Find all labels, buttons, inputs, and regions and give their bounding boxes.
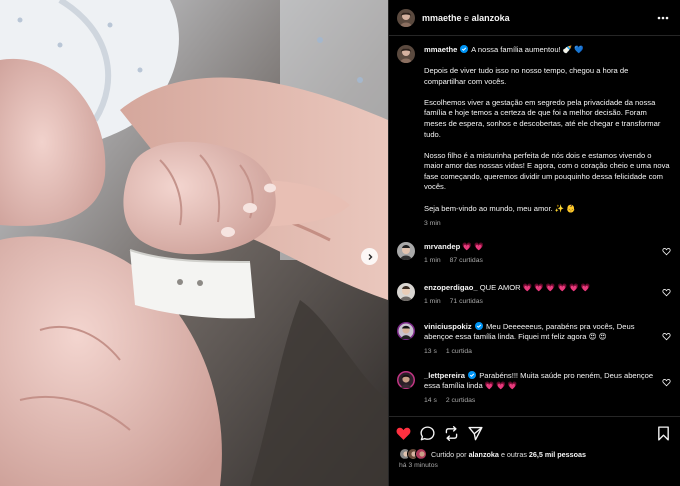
- comment-time: 1 min: [424, 298, 441, 306]
- post-side-panel: mmaethe e alanzoka mmaethe A nossa famíl…: [388, 0, 680, 486]
- author-username[interactable]: mmaethe: [422, 13, 462, 23]
- heart-icon[interactable]: [662, 378, 671, 387]
- comment-likes[interactable]: 71 curtidas: [450, 298, 483, 305]
- post-caption: mmaethe A nossa família aumentou! 🍼 💙 De…: [389, 37, 680, 230]
- caption-body: mmaethe A nossa família aumentou! 🍼 💙 De…: [424, 45, 670, 230]
- more-horizontal-icon: [657, 16, 669, 19]
- comments-scroll-area[interactable]: mmaethe A nossa família aumentou! 🍼 💙 De…: [389, 37, 680, 415]
- avatar: [415, 448, 427, 460]
- caption-first-line: A nossa família aumentou! 🍼 💙: [471, 45, 584, 54]
- comment-username[interactable]: mrvandep: [424, 242, 460, 251]
- caption-paragraph: Escolhemos viver a gestação em segredo p…: [424, 97, 661, 139]
- liked-by-text: Curtido por alanzoka e outras 26,5 mil p…: [431, 449, 587, 459]
- avatar[interactable]: [397, 322, 415, 340]
- author-separator: e: [464, 12, 470, 23]
- liked-by-row[interactable]: Curtido por alanzoka e outras 26,5 mil p…: [399, 448, 586, 460]
- comment-time: 14 s: [424, 396, 437, 404]
- heart-icon[interactable]: [662, 332, 671, 341]
- send-icon[interactable]: [467, 425, 484, 442]
- caption-paragraph: Nosso filho é a misturinha perfeita de n…: [424, 150, 670, 192]
- heart-icon[interactable]: [662, 288, 671, 297]
- heart-icon[interactable]: [662, 247, 671, 256]
- likes-count[interactable]: 26,5 mil pessoas: [529, 450, 586, 459]
- caption-paragraph: Depois de viver tudo isso no nosso tempo…: [424, 66, 629, 86]
- comment-likes[interactable]: 1 curtida: [446, 348, 472, 355]
- post-photo[interactable]: [0, 0, 388, 486]
- chevron-right-icon: [368, 253, 372, 260]
- caption-username[interactable]: mmaethe: [424, 45, 457, 54]
- share-icon[interactable]: [443, 425, 460, 442]
- avatar[interactable]: [397, 8, 415, 27]
- comment-username[interactable]: enzoperdigao_: [424, 283, 478, 292]
- avatar[interactable]: [397, 242, 415, 260]
- comment-likes[interactable]: 2 curtidas: [446, 397, 475, 404]
- caption-paragraph: Seja bem-vindo ao mundo, meu amor. ✨ 👶: [424, 203, 576, 213]
- comment-body: _lettpereira Parabéns!!! Muita saúde pro…: [424, 371, 660, 406]
- comment-icon[interactable]: [419, 425, 436, 442]
- next-image-button[interactable]: [361, 248, 378, 265]
- heart-icon[interactable]: [395, 425, 412, 442]
- liked-by-user[interactable]: alanzoka: [469, 450, 499, 459]
- comment-text: 💗 💗: [462, 242, 484, 251]
- comment-item: enzoperdigao_ QUE AMOR 💗 💗 💗 💗 💗 💗 1 min…: [397, 283, 673, 308]
- post-viewer: mmaethe e alanzoka mmaethe A nossa famíl…: [0, 0, 680, 486]
- caption-time: 3 min: [424, 220, 441, 228]
- comment-username[interactable]: _lettpereira: [424, 371, 465, 380]
- post-header: mmaethe e alanzoka: [389, 0, 680, 36]
- verified-badge-icon: [468, 371, 477, 379]
- coauthor-username[interactable]: alanzoka: [472, 13, 510, 23]
- comment-body: mrvandep 💗 💗 1 min 87 curtidas: [424, 242, 660, 267]
- comment-likes[interactable]: 87 curtidas: [450, 257, 483, 264]
- bookmark-icon[interactable]: [655, 425, 672, 442]
- verified-badge-icon: [460, 45, 469, 53]
- more-options-button[interactable]: [656, 11, 670, 25]
- comment-body: viniciuspokiz Meu Deeeeeeus, parabéns pr…: [424, 322, 660, 357]
- comment-username[interactable]: viniciuspokiz: [424, 322, 472, 331]
- post-authors: mmaethe e alanzoka: [422, 13, 656, 23]
- post-time: há 3 minutos: [399, 462, 438, 469]
- comment-time: 1 min: [424, 257, 441, 265]
- avatar[interactable]: [397, 371, 415, 389]
- comment-item: _lettpereira Parabéns!!! Muita saúde pro…: [397, 371, 673, 406]
- comment-body: enzoperdigao_ QUE AMOR 💗 💗 💗 💗 💗 💗 1 min…: [424, 283, 660, 308]
- post-actions-bar: Curtido por alanzoka e outras 26,5 mil p…: [389, 416, 680, 486]
- comment-item: viniciuspokiz Meu Deeeeeeus, parabéns pr…: [397, 322, 673, 357]
- avatar[interactable]: [397, 283, 415, 301]
- comment-time: 13 s: [424, 347, 437, 355]
- verified-badge-icon: [474, 322, 483, 330]
- comment-item: mrvandep 💗 💗 1 min 87 curtidas: [397, 242, 673, 267]
- comment-text: QUE AMOR 💗 💗 💗 💗 💗 💗: [479, 283, 591, 292]
- avatar[interactable]: [397, 45, 415, 63]
- newborn-hand-photo: [0, 0, 388, 486]
